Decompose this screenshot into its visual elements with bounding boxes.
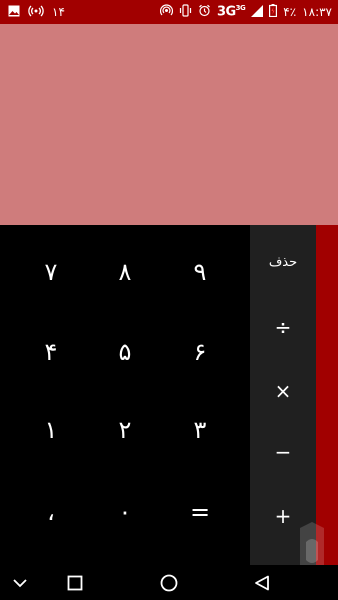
divide-button[interactable]: ÷ [250,307,316,347]
hotspot-icon [159,4,174,20]
vibrate-icon [179,4,192,20]
operators-panel: حذف ÷ × − + [250,225,316,565]
signal-icon [251,4,264,20]
key-2[interactable]: ۲ [95,405,155,455]
key-0[interactable]: ۰ [95,487,155,537]
status-bar: ۱۴ 3G3G ۴٪ ۱۸:۳۷ [0,0,338,24]
key-9[interactable]: ۹ [170,247,230,297]
key-8[interactable]: ۸ [95,247,155,297]
delete-button[interactable]: حذف [250,242,316,282]
key-7[interactable]: ۷ [21,247,81,297]
navigation-bar [0,565,338,600]
status-left: ۱۴ [8,0,65,24]
key-6[interactable]: ۶ [170,327,230,377]
key-decimal[interactable]: ، [21,487,81,537]
multiply-button[interactable]: × [250,371,316,411]
calculator-display [0,24,338,225]
alarm-icon [198,4,211,20]
battery-percent: ۴٪ [283,5,297,19]
key-4[interactable]: ۴ [21,327,81,377]
key-3[interactable]: ۳ [170,405,230,455]
status-right: 3G3G ۴٪ ۱۸:۳۷ [159,0,332,24]
key-5[interactable]: ۵ [95,327,155,377]
network-label: 3G [216,4,236,20]
side-accent-strip [316,225,338,565]
chevron-down-icon[interactable] [0,565,40,600]
network-type: 3G3G [216,4,246,20]
broadcast-icon [28,5,44,20]
battery-icon [269,4,278,20]
recents-square-icon[interactable] [55,565,95,600]
status-time: ۱۸:۳۷ [302,5,332,19]
keypad: ۷ ۸ ۹ ۴ ۵ ۶ ۱ ۲ ۳ ، ۰ = [0,225,250,565]
network-sup: 3G [235,4,246,13]
back-triangle-icon[interactable] [242,565,282,600]
key-equals[interactable]: = [170,487,230,537]
image-icon [8,5,20,20]
key-1[interactable]: ۱ [21,405,81,455]
status-left-number: ۱۴ [52,5,65,19]
minus-button[interactable]: − [250,432,316,472]
home-circle-icon[interactable] [149,565,189,600]
